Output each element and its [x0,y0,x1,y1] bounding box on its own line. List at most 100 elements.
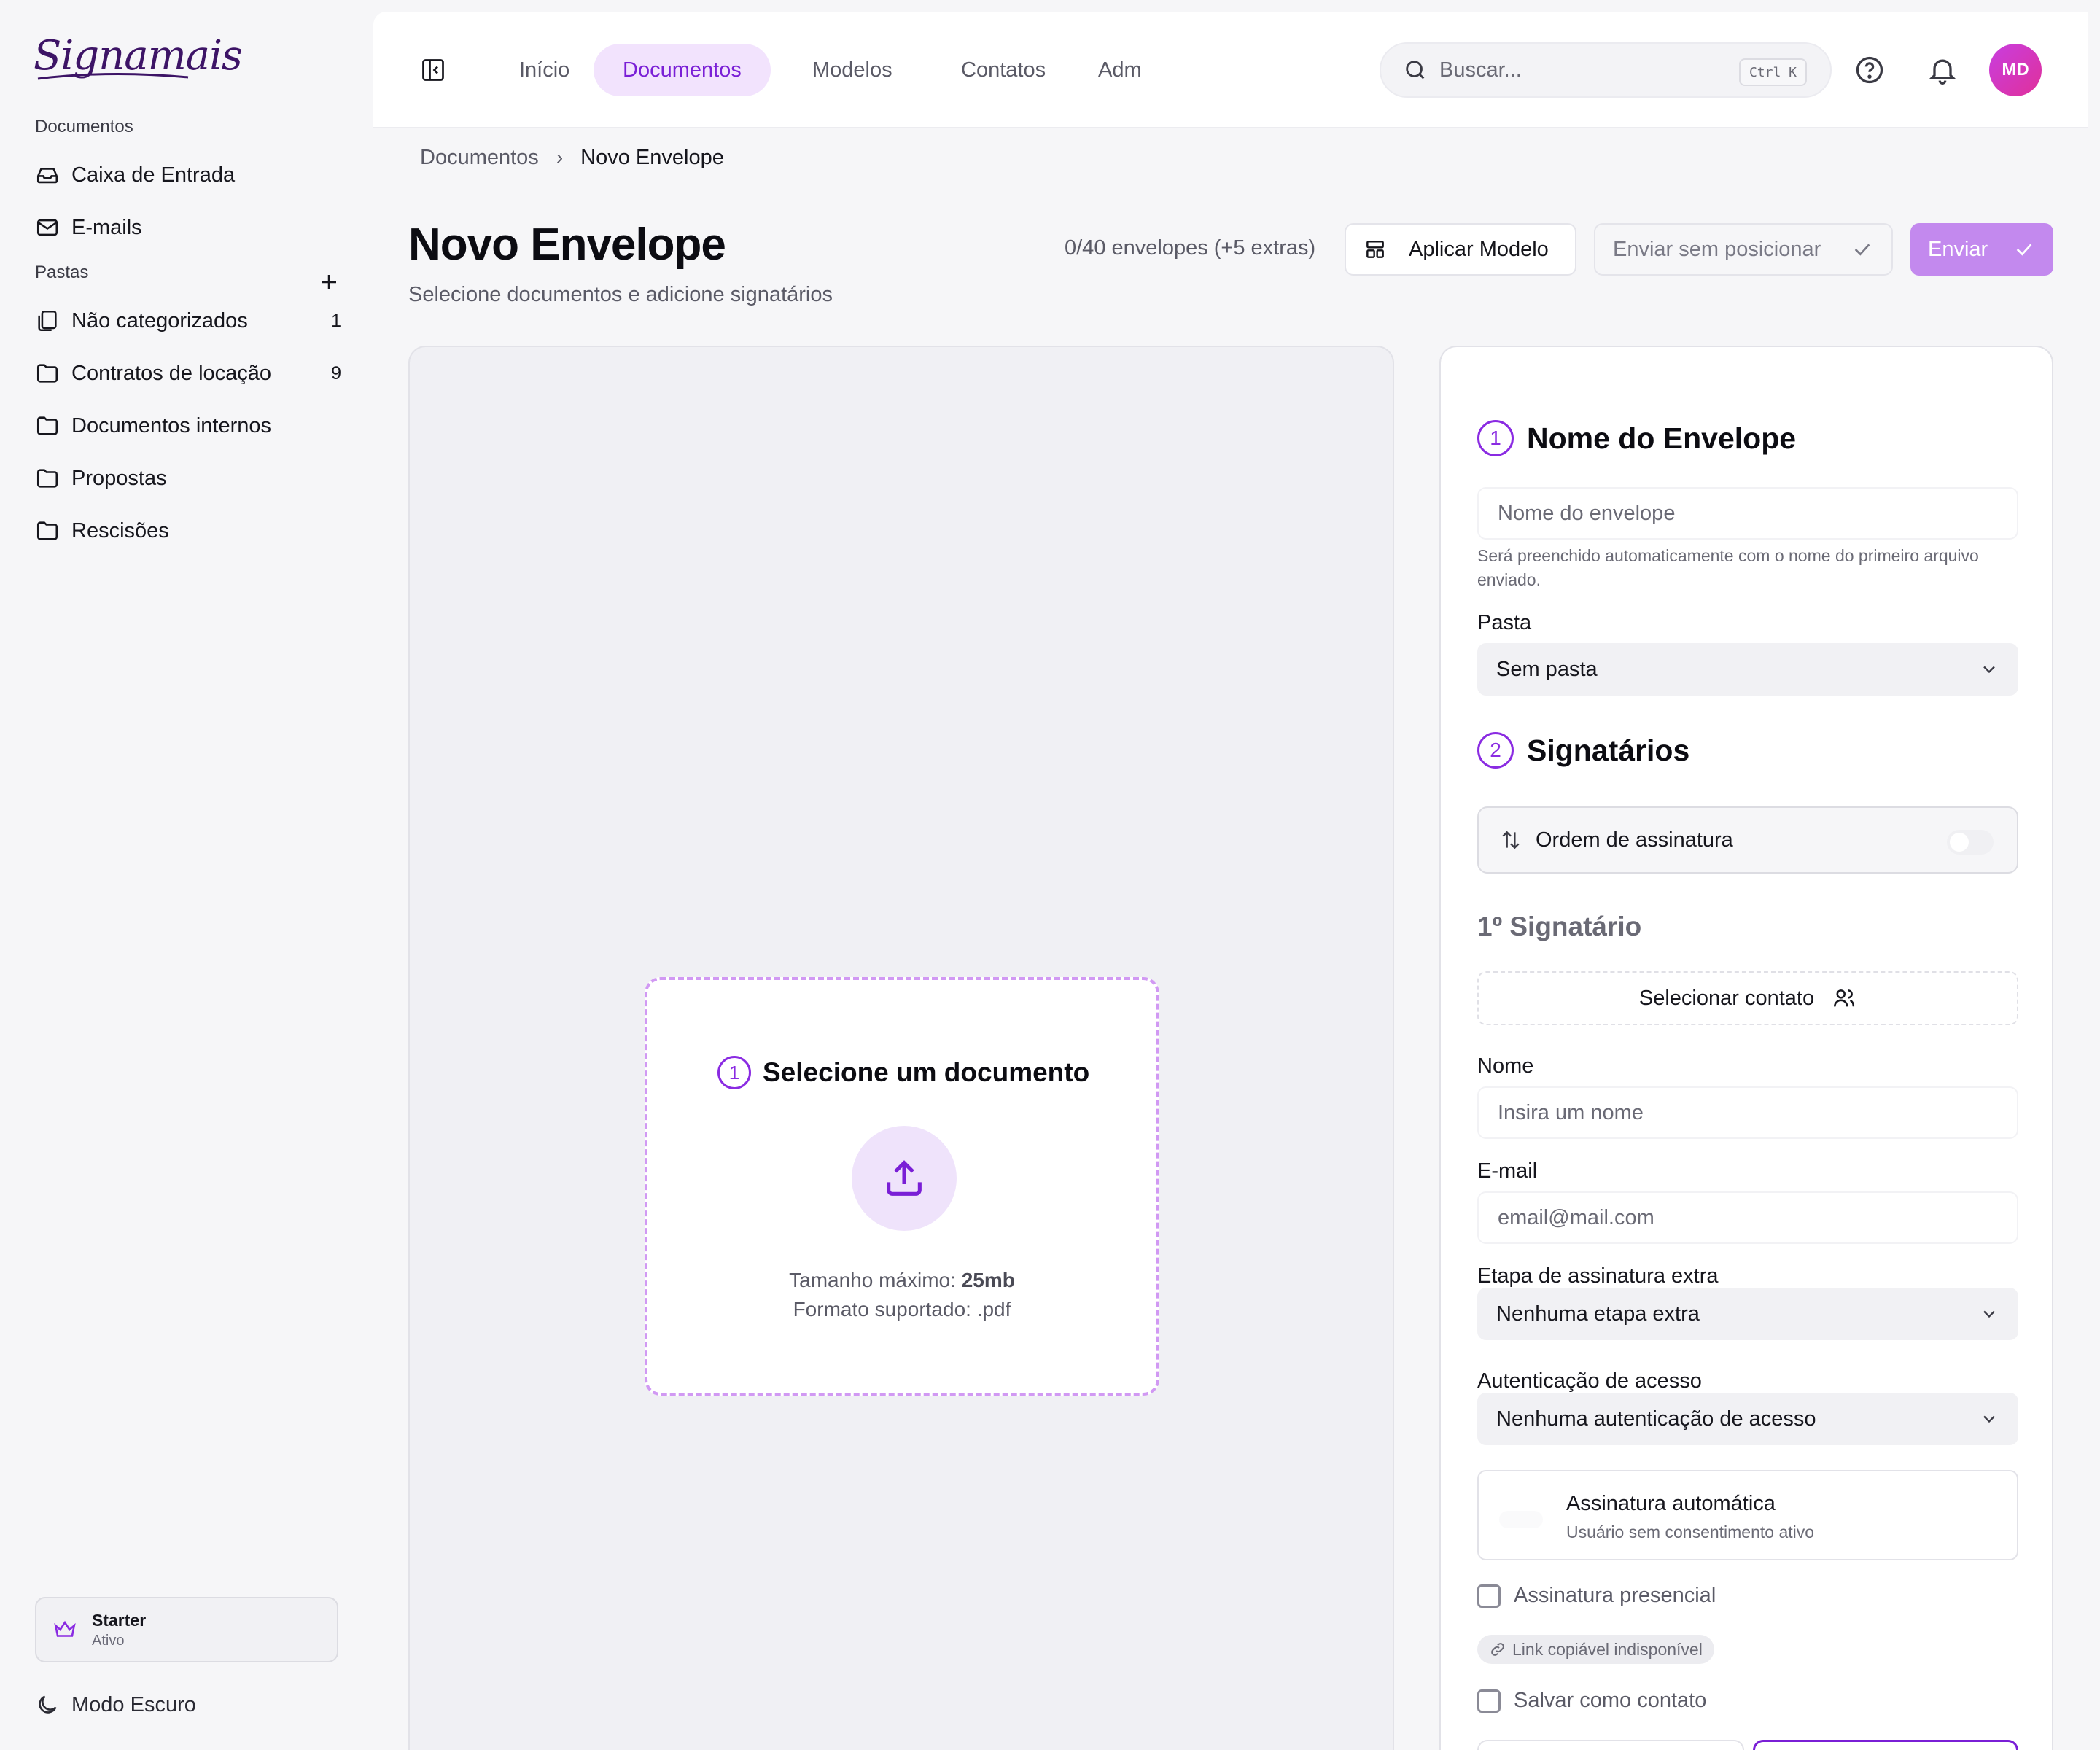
send-without-positioning-button[interactable]: Enviar sem posicionar [1594,223,1893,276]
check-icon [2016,244,2032,256]
sidebar-item-label: Contratos de locação [71,361,272,385]
access-auth-select[interactable]: Nenhuma autenticação de acesso [1477,1393,2018,1445]
send-button[interactable]: Enviar [1910,223,2053,276]
inbox-icon [36,168,58,184]
supported-format-text: Formato suportado: .pdf [793,1298,1011,1321]
logo-swoosh-icon [37,72,189,80]
upload-button[interactable] [852,1126,957,1231]
access-auth-label: Autenticação de acesso [1477,1369,1702,1393]
primary-action-button[interactable] [1753,1740,2018,1750]
sidebar-item-label: Documentos internos [71,413,272,438]
folder-select[interactable]: Sem pasta [1477,643,2018,696]
tab-contatos[interactable]: Contatos [932,44,1075,96]
max-size-text: Tamanho máximo: 25mb [648,1269,1156,1292]
signing-order-label: Ordem de assinatura [1536,828,1733,852]
sidebar-section-documents: Documentos [35,117,133,136]
envelope-name-hint: Será preenchido automaticamente com o no… [1477,546,1979,589]
signing-order-row[interactable]: Ordem de assinatura [1477,806,2018,874]
auto-signature-title: Assinatura automática [1566,1492,1776,1515]
sidebar-folder-uncategorized[interactable]: Não categorizados 1 [35,300,341,341]
tab-adm[interactable]: Adm [1069,44,1171,96]
signing-order-toggle[interactable] [1947,830,1994,855]
folder-label: Pasta [1477,611,1532,634]
sidebar-item-label: Caixa de Entrada [71,163,236,187]
step-number-badge: 2 [1477,732,1514,769]
folder-icon [36,521,58,540]
page-subtitle: Selecione documentos e adicione signatár… [408,283,833,306]
checkbox[interactable] [1477,1584,1501,1608]
sidebar-item-emails[interactable]: E-mails [35,207,341,248]
users-icon [1834,989,1855,1007]
name-label: Nome [1477,1054,1534,1078]
document-dropzone[interactable]: 1 Selecione um documento Tamanho máximo:… [645,977,1159,1396]
dark-mode-label: Modo Escuro [71,1692,196,1716]
crown-icon [54,1620,76,1637]
folder-select-value: Sem pasta [1496,657,1598,681]
bell-icon[interactable] [1926,54,1959,86]
in-person-signature-checkbox[interactable]: Assinatura presencial [1477,1584,1716,1608]
send-without-positioning-label: Enviar sem posicionar [1613,237,1821,261]
sidebar-section-folders: Pastas [35,262,89,282]
user-avatar[interactable]: MD [1989,44,2042,96]
in-person-signature-label: Assinatura presencial [1514,1584,1716,1607]
breadcrumb-parent[interactable]: Documentos [420,146,539,170]
auto-signature-subtitle: Usuário sem consentimento ativo [1566,1522,1815,1541]
link-icon [1491,1643,1504,1656]
sidebar-folder-terminations[interactable]: Rescisões [35,510,341,551]
search-bar[interactable]: Ctrl K [1380,42,1832,98]
extra-step-select[interactable]: Nenhuma etapa extra [1477,1288,2018,1340]
signer-email-input[interactable]: email@mail.com [1477,1191,2018,1244]
tab-inicio[interactable]: Início [490,44,599,96]
dropzone-heading: 1 Selecione um documento [718,1056,1089,1089]
sidebar-folder-rental-contracts[interactable]: Contratos de locação 9 [35,353,341,394]
checkbox[interactable] [1477,1689,1501,1713]
collapse-sidebar-icon[interactable] [420,57,446,83]
copy-link-badge: Link copiável indisponível [1477,1635,1714,1664]
apply-template-button[interactable]: Aplicar Modelo [1345,223,1576,276]
folder-count: 9 [331,362,341,384]
chevron-right-icon: › [556,146,564,168]
search-shortcut-badge: Ctrl K [1738,58,1807,86]
plan-card[interactable]: Starter Ativo [35,1597,338,1662]
folder-count: 1 [331,310,341,331]
tab-modelos[interactable]: Modelos [783,44,922,96]
step-number-badge: 1 [1477,420,1514,456]
help-icon[interactable] [1854,54,1886,86]
moon-icon [39,1695,57,1714]
select-contact-label: Selecionar contato [1638,986,1815,1010]
plan-status: Ativo [92,1632,125,1649]
add-folder-icon[interactable] [318,271,340,293]
signer-name-input[interactable]: Insira um nome [1477,1086,2018,1139]
envelope-name-section-heading: 1 Nome do Envelope [1477,420,1796,456]
files-icon [38,310,57,332]
secondary-action-button[interactable] [1477,1740,1744,1750]
section-title: Nome do Envelope [1527,421,1797,455]
sidebar-item-label: Não categorizados [71,308,248,332]
step-number-badge: 1 [718,1056,751,1089]
folder-icon [36,469,58,488]
sidebar-item-inbox[interactable]: Caixa de Entrada [35,155,341,195]
top-navigation-bar: Início Documentos Modelos Contatos Adm C… [373,12,2088,128]
save-as-contact-checkbox[interactable]: Salvar como contato [1477,1689,1706,1713]
folder-icon [36,364,58,383]
extra-step-label: Etapa de assinatura extra [1477,1264,1719,1288]
auto-signature-toggle[interactable] [1499,1511,1543,1528]
tab-documentos[interactable]: Documentos [594,44,771,96]
plan-name: Starter [92,1610,147,1630]
access-auth-value: Nenhuma autenticação de acesso [1496,1407,1816,1431]
search-input[interactable] [1439,58,1716,82]
dropzone-title: Selecione um documento [763,1057,1090,1087]
envelope-name-input[interactable]: Nome do envelope [1477,487,2018,540]
dark-mode-toggle[interactable]: Modo Escuro [35,1684,196,1725]
folder-icon [36,416,58,435]
envelope-count: 0/40 envelopes (+5 extras) [1065,236,1316,260]
send-label: Enviar [1928,237,1988,261]
sidebar-folder-internal-documents[interactable]: Documentos internos [35,405,341,446]
sidebar-folder-proposals[interactable]: Propostas [35,458,341,499]
search-icon [1406,61,1425,79]
template-icon [1366,241,1384,258]
max-size-value: 25mb [961,1269,1015,1291]
select-contact-button[interactable]: Selecionar contato [1477,971,2018,1025]
auto-signature-card[interactable]: Assinatura automática Usuário sem consen… [1477,1470,2018,1560]
sidebar: Signamais Documentos Caixa de Entrada E-… [0,0,372,1750]
